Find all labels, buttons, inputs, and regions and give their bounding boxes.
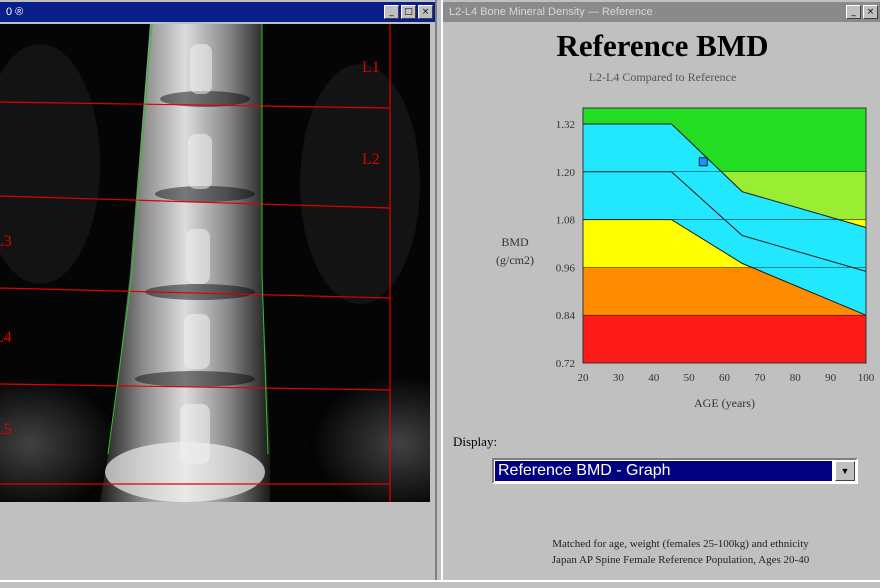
report-title: Reference BMD: [556, 28, 769, 63]
y-tick-label: 0.72: [556, 358, 575, 370]
x-tick-label: 20: [578, 372, 590, 384]
scan-window-title: 0 ®: [6, 6, 24, 18]
reference-footnote: Matched for age, weight (females 25-100k…: [483, 536, 878, 568]
scan-window: 0 ® _ □ × L1 L2 3 4 5: [0, 0, 437, 580]
display-label: Display:: [453, 434, 498, 449]
y-tick-label: 0.84: [556, 310, 576, 322]
footnote-line-1: Matched for age, weight (females 25-100k…: [552, 538, 809, 550]
spine-scan-image: L1 L2 L3 L4 L5: [0, 24, 430, 502]
maximize-button[interactable]: □: [401, 5, 416, 19]
x-tick-label: 30: [613, 372, 625, 384]
minimize-button[interactable]: _: [384, 5, 399, 19]
minimize-button[interactable]: _: [846, 5, 861, 19]
x-tick-label: 80: [790, 372, 802, 384]
y-tick-label: 1.08: [556, 215, 576, 227]
vertebra-label-l1: L1: [362, 59, 380, 76]
close-button[interactable]: ×: [863, 5, 878, 19]
report-subtitle: L2-L4 Compared to Reference: [588, 70, 737, 84]
footnote-line-2: Japan AP Spine Female Reference Populati…: [551, 554, 810, 566]
chevron-down-icon[interactable]: ▼: [835, 461, 855, 481]
x-tick-label: 100: [858, 372, 875, 384]
x-tick-label: 70: [754, 372, 766, 384]
x-tick-label: 50: [684, 372, 696, 384]
x-tick-label: 40: [648, 372, 660, 384]
patient-marker: [698, 157, 708, 167]
report-window-titlebar[interactable]: L2-L4 Bone Mineral Density — Reference _…: [443, 2, 880, 22]
vertebra-label-l2: L2: [362, 151, 380, 168]
vertebra-label-l4: L4: [0, 329, 12, 346]
y-axis-label: BMD: [501, 235, 529, 249]
y-tick-label: 0.96: [556, 262, 576, 274]
x-tick-label: 60: [719, 372, 731, 384]
y-axis-label: (g/cm2): [496, 253, 534, 267]
close-button[interactable]: ×: [418, 5, 433, 19]
display-selected-value[interactable]: Reference BMD - Graph: [495, 461, 832, 481]
zone-band-0: [583, 315, 866, 363]
report-window: L2-L4 Bone Mineral Density — Reference _…: [441, 0, 880, 580]
x-tick-label: 90: [825, 372, 837, 384]
x-axis-label: AGE (years): [694, 396, 755, 410]
taskbar: [0, 580, 880, 588]
display-dropdown[interactable]: Reference BMD - Graph ▼: [492, 458, 858, 484]
reference-bmd-chart: 0.72 0.84 0.96 1.08 1.20 1.32 20 30 40 50 60 70 80 90…: [496, 107, 875, 410]
vertebra-label-l5: L5: [0, 421, 12, 438]
vertebra-label-l3: L3: [0, 233, 12, 250]
y-tick-label: 1.20: [556, 167, 576, 179]
y-tick-label: 1.32: [556, 119, 575, 131]
scan-window-titlebar[interactable]: 0 ® _ □ ×: [0, 2, 435, 22]
report-window-title: L2-L4 Bone Mineral Density — Reference: [449, 6, 653, 18]
